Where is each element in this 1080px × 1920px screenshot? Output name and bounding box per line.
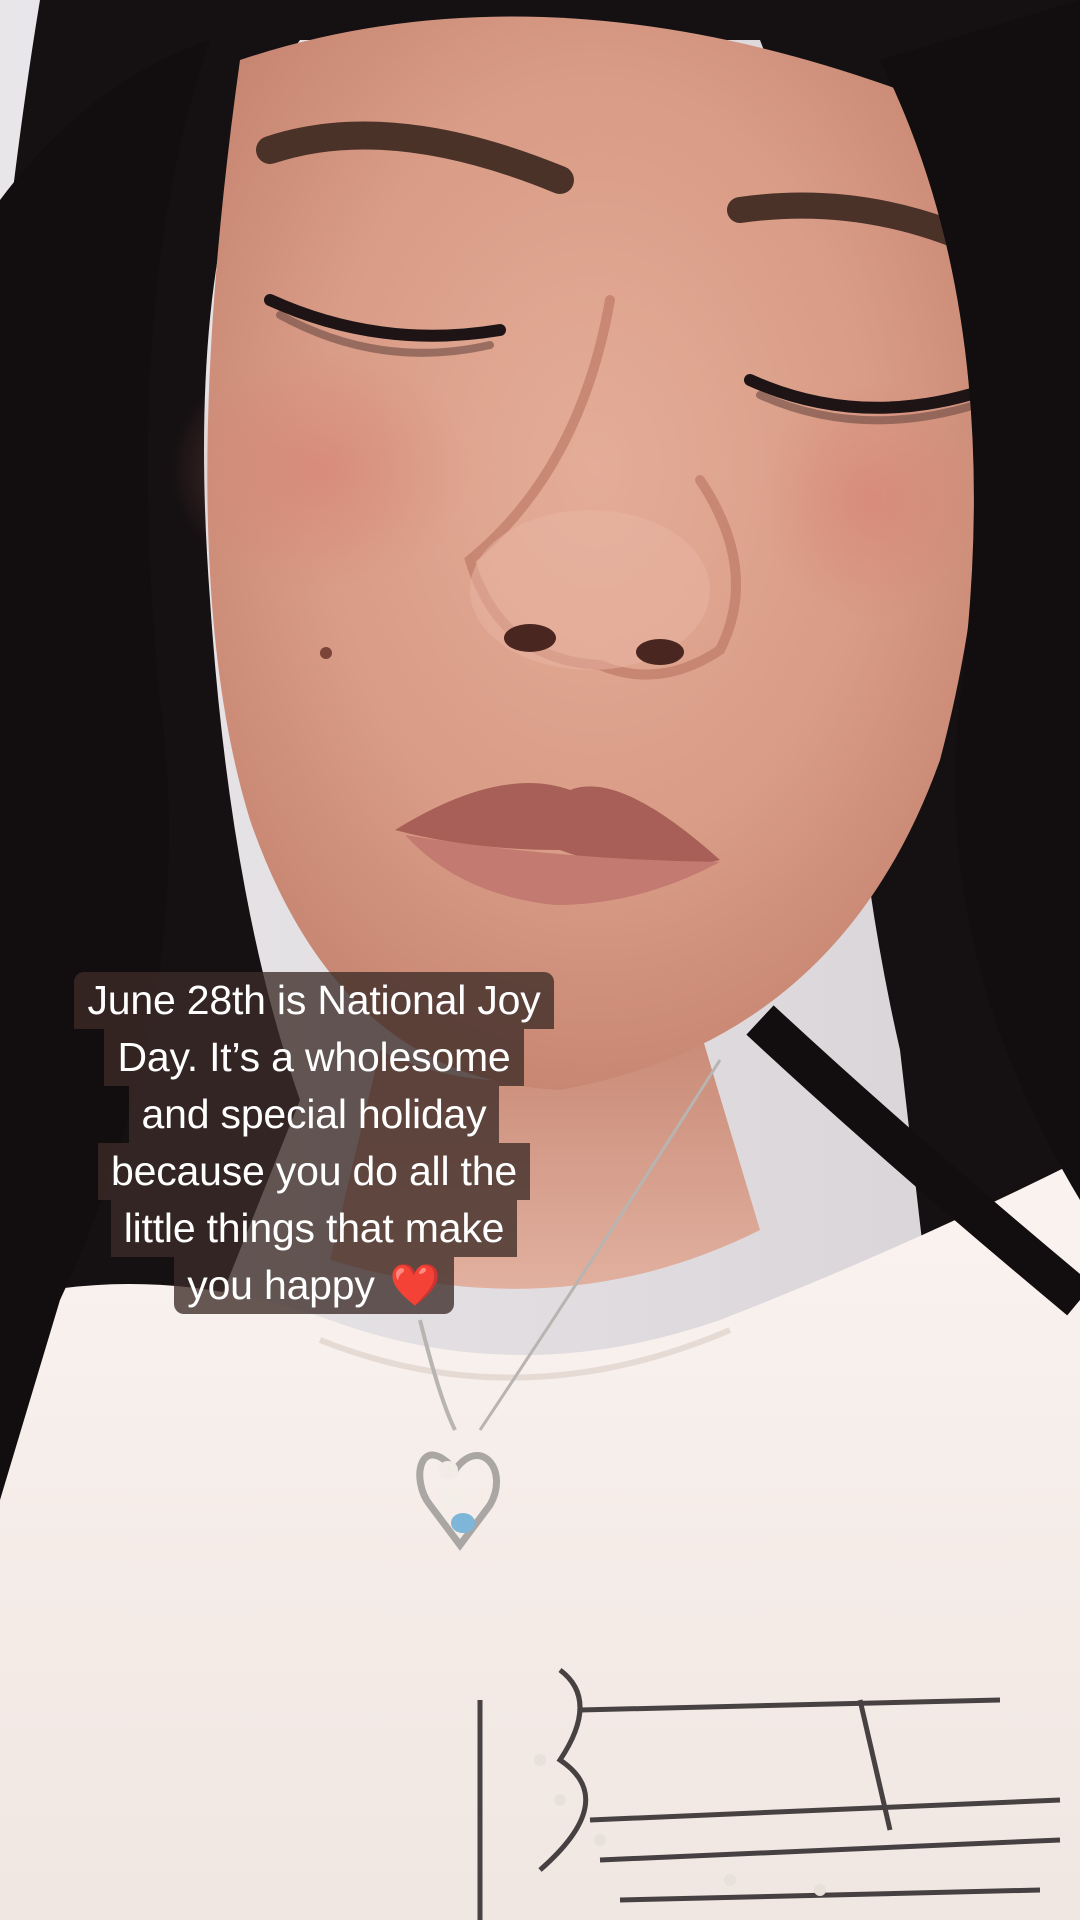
caption-line: because you do all the <box>98 1143 530 1200</box>
selfie-photo <box>0 0 1080 1920</box>
caption-line: June 28th is National Joy <box>74 972 554 1029</box>
caption-line: Day. It’s a wholesome <box>104 1029 524 1086</box>
caption-line-final: you happy ❤️ <box>174 1257 454 1314</box>
caption-text: you happy <box>187 1262 375 1308</box>
red-heart-emoji-icon: ❤️ <box>389 1262 441 1308</box>
caption-line: and special holiday <box>128 1086 500 1143</box>
caption-line: little things that make <box>110 1200 518 1257</box>
caption-overlay: June 28th is National Joy Day. It’s a wh… <box>0 972 628 1314</box>
video-frame: June 28th is National Joy Day. It’s a wh… <box>0 0 1080 1920</box>
